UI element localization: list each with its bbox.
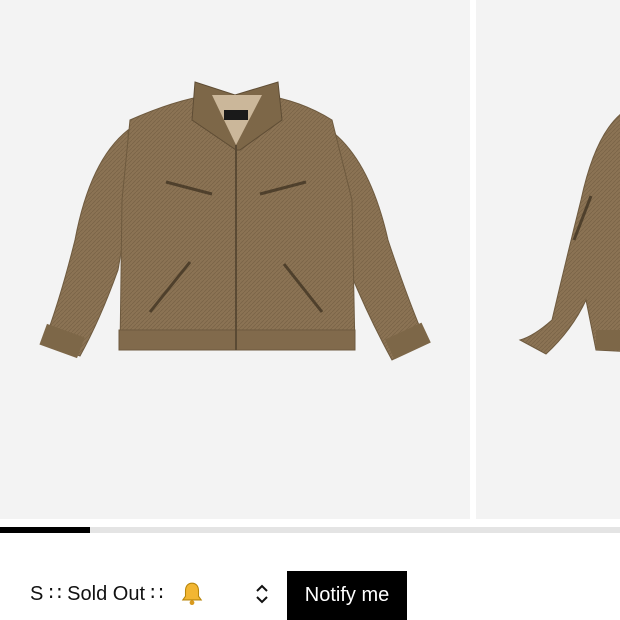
chevron-updown-icon [256, 584, 268, 604]
product-image-front[interactable] [0, 0, 470, 519]
gallery-progress-indicator [0, 527, 90, 533]
size-option-text: S ∷ Sold Out ∷ [30, 583, 169, 605]
jacket-side-image [518, 113, 620, 355]
purchase-bar: S ∷ Sold Out ∷ Notify me [0, 568, 620, 620]
gallery-progress-track [0, 527, 620, 533]
jacket-front-image [39, 81, 431, 361]
bell-icon [181, 582, 203, 606]
product-image-side[interactable] [476, 0, 620, 519]
product-image-gallery[interactable] [0, 0, 620, 519]
size-select[interactable]: S ∷ Sold Out ∷ [30, 568, 280, 620]
notify-me-button[interactable]: Notify me [287, 571, 407, 620]
